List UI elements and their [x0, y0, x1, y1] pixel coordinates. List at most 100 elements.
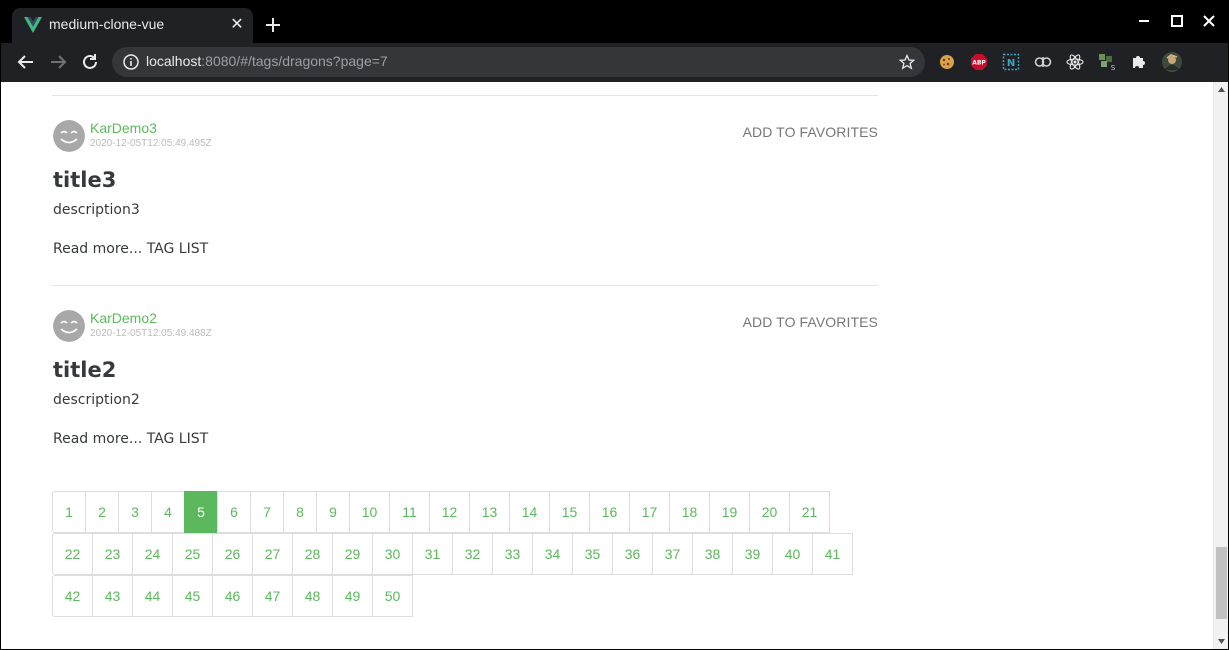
article-title[interactable]: title2	[53, 358, 116, 382]
page-link[interactable]: 16	[589, 491, 630, 533]
page-link[interactable]: 48	[292, 575, 333, 617]
page-link[interactable]: 23	[92, 533, 133, 575]
author-avatar[interactable]	[53, 310, 85, 342]
page-link[interactable]: 12	[429, 491, 470, 533]
page-link[interactable]: 14	[509, 491, 550, 533]
page-link[interactable]: 4	[151, 491, 185, 533]
page-link[interactable]: 46	[212, 575, 253, 617]
profile-avatar[interactable]	[1162, 52, 1182, 72]
tab-title: medium-clone-vue	[49, 16, 165, 32]
page-link[interactable]: 9	[316, 491, 350, 533]
bookmark-star-icon[interactable]	[899, 54, 915, 70]
tag-list: TAG LIST	[146, 431, 209, 447]
page-link[interactable]: 22	[52, 533, 93, 575]
page-link[interactable]: 2	[85, 491, 119, 533]
page-link[interactable]: 18	[669, 491, 710, 533]
article-preview: KarDemo3 2020-12-05T12:05:49.495Z ADD TO…	[52, 95, 878, 285]
page-link[interactable]: 6	[217, 491, 251, 533]
page-link[interactable]: 8	[283, 491, 317, 533]
puzzle-icon[interactable]	[1130, 53, 1148, 71]
page-link[interactable]: 42	[52, 575, 93, 617]
article-description: description3	[53, 202, 140, 218]
page-link[interactable]: 44	[132, 575, 173, 617]
article-date: 2020-12-05T12:05:49.495Z	[90, 138, 212, 149]
page-link[interactable]: 13	[469, 491, 510, 533]
svg-text:S: S	[1111, 64, 1116, 71]
pagination-row: 1 2 3 4 5 6 7 8 9 10 11 12 13 14 15 16 17 18 19 20 21	[52, 491, 830, 533]
page-link[interactable]: 3	[118, 491, 152, 533]
article-description: description2	[53, 392, 140, 408]
page-link[interactable]: 29	[332, 533, 373, 575]
page-link[interactable]: 19	[709, 491, 750, 533]
page-link[interactable]: 31	[412, 533, 453, 575]
forward-arrow-icon[interactable]	[48, 52, 68, 72]
minimize-icon[interactable]	[1136, 13, 1152, 29]
read-more-link[interactable]: Read more...	[53, 431, 142, 447]
page-link[interactable]: 25	[172, 533, 213, 575]
author-link[interactable]: KarDemo3	[90, 120, 157, 136]
add-to-favorites-button[interactable]: ADD TO FAVORITES	[743, 124, 878, 140]
page-link[interactable]: 36	[612, 533, 653, 575]
notion-icon[interactable]: N	[1002, 53, 1020, 71]
author-link[interactable]: KarDemo2	[90, 310, 157, 326]
info-icon[interactable]	[123, 54, 139, 70]
pagination-row: 42 43 44 45 46 47 48 49 50	[52, 575, 413, 617]
read-more-link[interactable]: Read more...	[53, 241, 142, 257]
extension-s-icon[interactable]: S	[1098, 53, 1116, 71]
scroll-up-arrow-icon[interactable]	[1217, 85, 1226, 94]
vue-logo-icon	[24, 17, 42, 33]
react-icon[interactable]	[1066, 53, 1084, 71]
page-link[interactable]: 17	[629, 491, 670, 533]
butterfly-icon[interactable]	[1034, 53, 1052, 71]
author-avatar[interactable]	[53, 120, 85, 152]
url-text[interactable]: localhost:8080/#/tags/dragons?page=7	[146, 53, 388, 69]
page-link-active[interactable]: 5	[184, 491, 218, 533]
page-link[interactable]: 35	[572, 533, 613, 575]
page-link[interactable]: 38	[692, 533, 733, 575]
page-link[interactable]: 10	[349, 491, 390, 533]
page-link[interactable]: 37	[652, 533, 693, 575]
back-arrow-icon[interactable]	[16, 52, 36, 72]
page-link[interactable]: 43	[92, 575, 133, 617]
page-link[interactable]: 30	[372, 533, 413, 575]
article-footer: Read more... TAG LIST	[53, 241, 208, 257]
maximize-icon[interactable]	[1169, 13, 1185, 29]
page-link[interactable]: 20	[749, 491, 790, 533]
cookie-icon[interactable]	[938, 53, 956, 71]
article-title[interactable]: title3	[53, 168, 116, 192]
page-link[interactable]: 33	[492, 533, 533, 575]
browser-tab[interactable]: medium-clone-vue ✕	[12, 8, 253, 43]
pagination-row: 22 23 24 25 26 27 28 29 30 31 32 33 34 35 36 37 38 39 40 41	[52, 533, 853, 575]
add-to-favorites-button[interactable]: ADD TO FAVORITES	[743, 314, 878, 330]
scroll-down-arrow-icon[interactable]	[1217, 637, 1226, 646]
address-bar[interactable]: localhost:8080/#/tags/dragons?page=7	[112, 47, 925, 77]
page-link[interactable]: 24	[132, 533, 173, 575]
page-link[interactable]: 26	[212, 533, 253, 575]
page-link[interactable]: 11	[389, 491, 430, 533]
vertical-scrollbar[interactable]	[1213, 82, 1228, 649]
page-link[interactable]: 7	[250, 491, 284, 533]
page-link[interactable]: 41	[812, 533, 853, 575]
new-tab-icon[interactable]	[263, 15, 283, 35]
tab-strip: medium-clone-vue ✕	[1, 1, 1228, 43]
page-link[interactable]: 47	[252, 575, 293, 617]
page-link[interactable]: 50	[372, 575, 413, 617]
reload-icon[interactable]	[80, 52, 100, 72]
close-tab-icon[interactable]: ✕	[229, 16, 245, 32]
page-link[interactable]: 39	[732, 533, 773, 575]
page-link[interactable]: 32	[452, 533, 493, 575]
page-link[interactable]: 28	[292, 533, 333, 575]
adblock-icon[interactable]: ABP	[970, 53, 988, 71]
page-link[interactable]: 34	[532, 533, 573, 575]
scrollbar-thumb[interactable]	[1216, 547, 1227, 619]
close-window-icon[interactable]	[1201, 13, 1217, 29]
page-link[interactable]: 15	[549, 491, 590, 533]
page-link[interactable]: 21	[789, 491, 830, 533]
page-link[interactable]: 40	[772, 533, 813, 575]
page-link[interactable]: 49	[332, 575, 373, 617]
notion-label: N	[1007, 58, 1015, 69]
page-link[interactable]: 27	[252, 533, 293, 575]
page-link[interactable]: 1	[52, 491, 86, 533]
article-date: 2020-12-05T12:05:49.488Z	[90, 328, 212, 339]
page-link[interactable]: 45	[172, 575, 213, 617]
